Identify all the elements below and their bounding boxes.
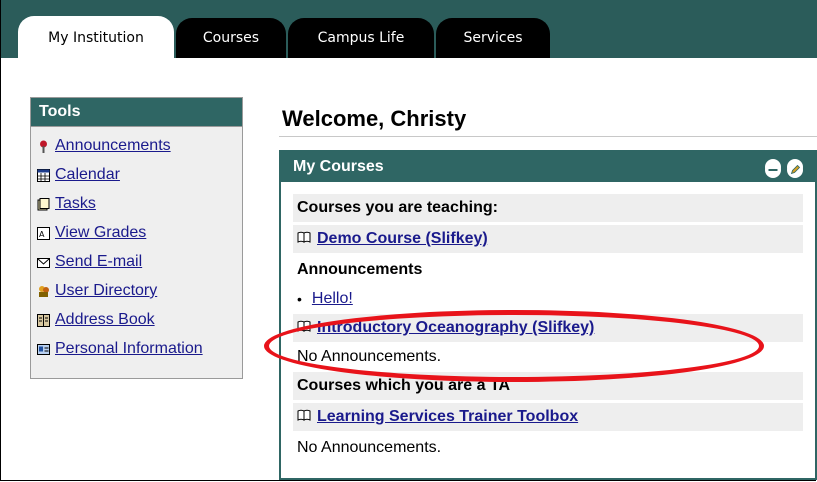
my-courses-header: My Courses	[281, 152, 815, 182]
my-courses-module: My Courses Courses you are teaching: Dem…	[279, 150, 817, 480]
envelope-icon	[37, 256, 50, 269]
calendar-icon	[37, 168, 50, 182]
course-row: Learning Services Trainer Toolbox	[293, 403, 803, 431]
bullet-icon: •	[297, 291, 302, 307]
announcements-heading-row: Announcements	[293, 256, 803, 284]
tool-link[interactable]: Personal Information	[55, 340, 203, 358]
tool-calendar[interactable]: Calendar	[37, 164, 120, 186]
ta-heading-row: Courses which you are a TA	[293, 372, 803, 400]
no-announcements-row: No Announcements.	[293, 434, 803, 462]
collapse-icon[interactable]	[765, 159, 781, 178]
tools-panel: Tools Announcements Calendar Tasks A Vie…	[30, 97, 243, 379]
divider	[279, 136, 817, 137]
edit-icon[interactable]	[787, 159, 803, 178]
no-announcements-text: No Announcements.	[297, 439, 442, 456]
ta-heading: Courses which you are a TA	[297, 377, 511, 394]
book-icon	[297, 408, 311, 426]
grades-icon: A	[37, 226, 50, 240]
tool-link[interactable]: Announcements	[55, 137, 171, 155]
module-title: My Courses	[293, 158, 384, 175]
tool-link[interactable]: User Directory	[55, 282, 157, 300]
course-link-oceanography[interactable]: Introductory Oceanography (Slifkey)	[317, 319, 594, 337]
tool-address-book[interactable]: Address Book	[37, 309, 155, 331]
tool-user-directory[interactable]: User Directory	[37, 280, 157, 302]
svg-text:A: A	[39, 230, 45, 239]
teaching-heading-row: Courses you are teaching:	[293, 194, 803, 222]
course-row: Introductory Oceanography (Slifkey)	[293, 314, 803, 342]
page-title: Welcome, Christy	[282, 106, 467, 131]
course-row: Demo Course (Slifkey)	[293, 225, 803, 253]
book-icon	[297, 230, 311, 248]
tool-link[interactable]: Tasks	[55, 195, 96, 213]
tool-send-email[interactable]: Send E-mail	[37, 251, 142, 273]
tool-link[interactable]: Calendar	[55, 166, 120, 184]
course-link-trainer-toolbox[interactable]: Learning Services Trainer Toolbox	[317, 408, 578, 426]
tool-personal-information[interactable]: Personal Information	[37, 338, 203, 360]
id-card-icon	[37, 343, 50, 356]
tool-link[interactable]: Send E-mail	[55, 253, 142, 271]
tool-link[interactable]: Address Book	[55, 311, 155, 329]
tool-announcements[interactable]: Announcements	[37, 135, 171, 157]
users-icon	[37, 285, 50, 298]
no-announcements-row: No Announcements.	[293, 343, 803, 371]
course-link-demo[interactable]: Demo Course (Slifkey)	[317, 230, 488, 248]
pushpin-icon	[37, 140, 50, 153]
teaching-heading: Courses you are teaching:	[297, 199, 498, 216]
announcement-link[interactable]: Hello!	[312, 290, 353, 308]
tool-link[interactable]: View Grades	[55, 224, 146, 242]
tasks-icon	[37, 197, 50, 211]
announcement-row: • Hello!	[293, 285, 803, 313]
tool-tasks[interactable]: Tasks	[37, 193, 96, 215]
address-book-icon	[37, 313, 50, 327]
tool-view-grades[interactable]: A View Grades	[37, 222, 146, 244]
book-icon	[297, 319, 311, 337]
announcements-heading: Announcements	[297, 261, 423, 278]
tools-title: Tools	[31, 98, 242, 127]
no-announcements-text: No Announcements.	[297, 348, 442, 365]
